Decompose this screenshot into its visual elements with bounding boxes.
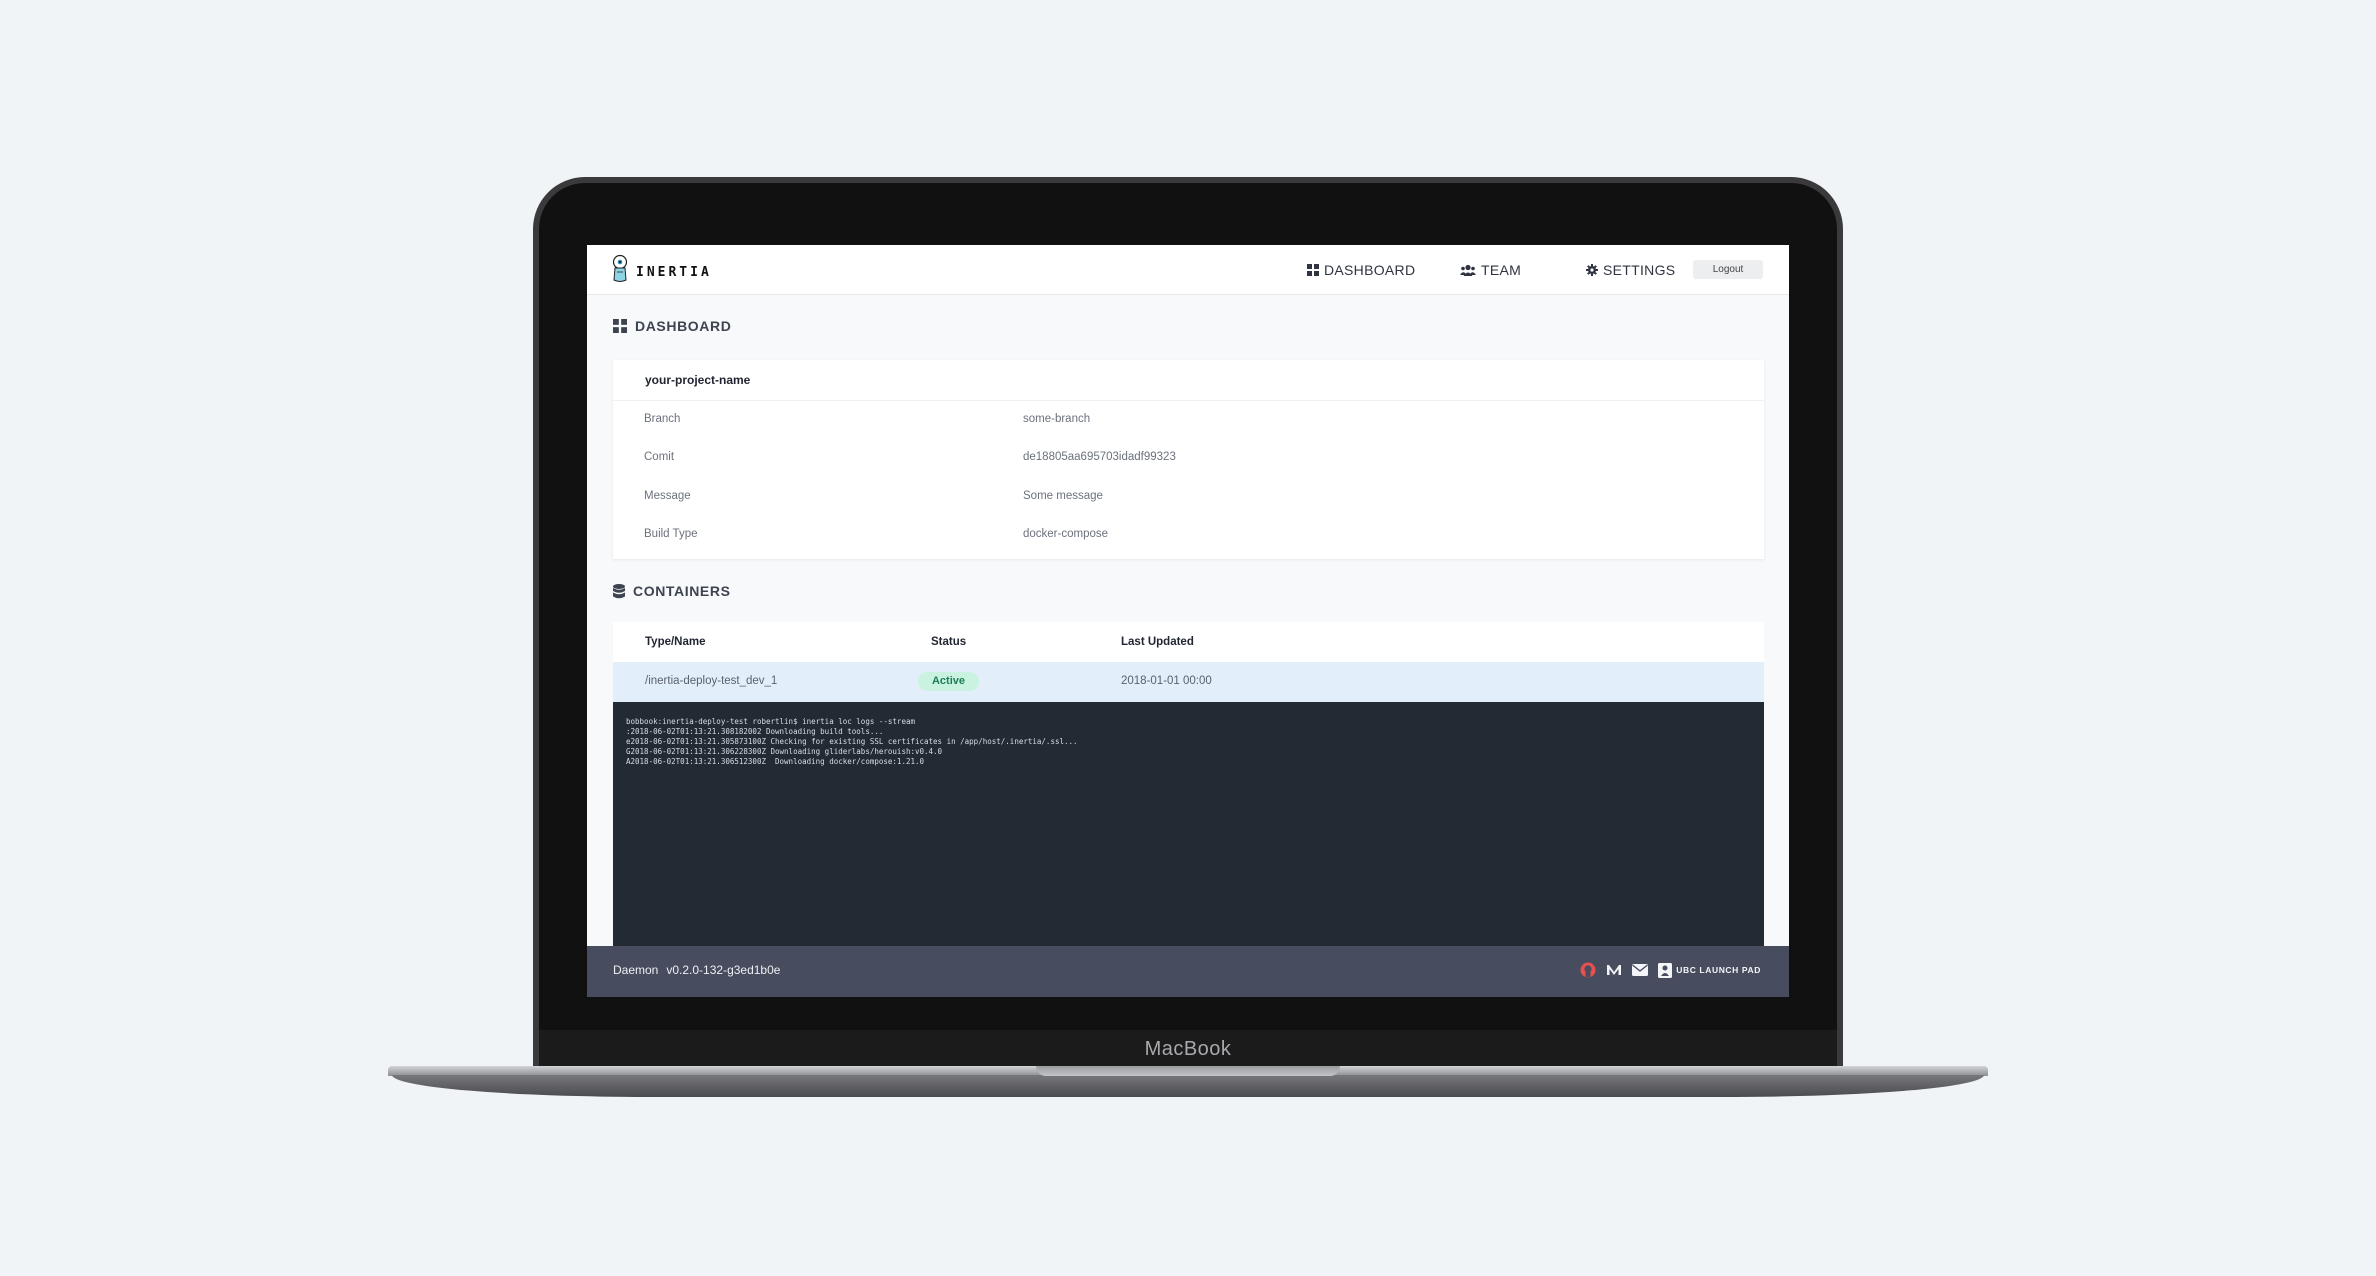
daemon-version-value: v0.2.0-132-g3ed1b0e [666, 963, 781, 977]
containers-section-title: CONTAINERS [613, 583, 731, 599]
github-link[interactable] [1580, 962, 1596, 978]
field-label: Message [644, 490, 691, 502]
medium-link[interactable] [1606, 963, 1622, 977]
project-field-commit: Comit de18805aa695703idadf99323 [613, 451, 1764, 471]
project-field-message: Message Some message [613, 490, 1764, 510]
medium-icon [1607, 965, 1622, 975]
container-name: /inertia-deploy-test_dev_1 [645, 675, 778, 687]
dashboard-icon [613, 319, 627, 333]
log-line: G2018-06-02T01:13:21.306228300Z Download… [626, 747, 943, 756]
nav-settings[interactable]: SETTINGS [1586, 260, 1675, 280]
field-value: some-branch [1023, 413, 1091, 425]
footer-links: UBC LAUNCH PAD [1570, 962, 1761, 978]
column-header-last-updated: Last Updated [1121, 636, 1194, 648]
inertia-mascot-icon [612, 254, 628, 282]
project-field-branch: Branch some-branch [613, 413, 1764, 433]
field-label: Comit [644, 451, 675, 463]
column-header-type-name: Type/Name [645, 636, 706, 648]
laptop-base-bottom [392, 1075, 1984, 1097]
mail-icon [1632, 964, 1649, 976]
logout-button[interactable]: Logout [1693, 260, 1763, 279]
launchpad-link[interactable]: UBC LAUNCH PAD [1658, 962, 1761, 978]
log-line: A2018-06-02T01:13:21.306512300Z Download… [626, 757, 925, 766]
daemon-version: Daemon v0.2.0-132-g3ed1b0e [613, 963, 788, 977]
database-icon [613, 583, 625, 598]
nav-dashboard[interactable]: DASHBOARD [1307, 260, 1415, 280]
field-value: de18805aa695703idadf99323 [1023, 451, 1176, 463]
log-line: bobbook:inertia-deploy-test robertlin$ i… [626, 717, 915, 726]
status-badge: Active [918, 672, 979, 691]
containers-title-text: CONTAINERS [633, 583, 731, 599]
field-value: docker-compose [1023, 528, 1109, 540]
log-terminal[interactable]: bobbook:inertia-deploy-test robertlin$ i… [613, 702, 1764, 946]
app-screen: INERTIA DASHBOARD TEAM SETTINGS Logout D… [587, 245, 1789, 997]
laptop-brand-label: MacBook [1144, 1038, 1232, 1060]
nav-team-label: TEAM [1481, 262, 1522, 278]
project-name: your-project-name [613, 360, 1764, 401]
nav-settings-label: SETTINGS [1603, 262, 1676, 278]
nav-dashboard-label: DASHBOARD [1324, 262, 1416, 278]
project-card: your-project-name Branch some-branch Com… [613, 360, 1764, 559]
field-label: Branch [644, 413, 681, 425]
laptop-notch [1036, 1066, 1340, 1076]
app-logo-text: INERTIA [636, 264, 712, 280]
nav-team[interactable]: TEAM [1460, 260, 1521, 280]
gear-icon [1586, 264, 1598, 276]
project-field-build-type: Build Type docker-compose [613, 528, 1764, 548]
field-value: Some message [1023, 490, 1103, 502]
app-footer: Daemon v0.2.0-132-g3ed1b0e UBC LAUNCH PA… [587, 946, 1789, 997]
launchpad-icon [1658, 962, 1673, 978]
dashboard-icon [1307, 264, 1319, 276]
top-navbar: INERTIA DASHBOARD TEAM SETTINGS Logout [587, 245, 1789, 295]
log-line: :2018-06-02T01:13:21.308182002 Downloadi… [626, 727, 884, 736]
field-label: Build Type [644, 528, 698, 540]
github-icon [1580, 962, 1596, 978]
dashboard-title-text: DASHBOARD [635, 318, 732, 334]
table-row[interactable]: /inertia-deploy-test_dev_1 Active 2018-0… [613, 662, 1764, 702]
log-line: e2018-06-02T01:13:21.305873100Z Checking… [626, 737, 1078, 746]
containers-table: Type/Name Status Last Updated /inertia-d… [613, 622, 1764, 702]
dashboard-section-title: DASHBOARD [613, 318, 731, 334]
users-icon [1460, 264, 1476, 276]
container-last-updated: 2018-01-01 00:00 [1121, 675, 1212, 687]
daemon-label: Daemon [613, 963, 659, 977]
app-logo[interactable]: INERTIA [610, 253, 712, 285]
column-header-status: Status [931, 636, 967, 648]
launchpad-label: UBC LAUNCH PAD [1676, 965, 1761, 975]
email-link[interactable] [1632, 964, 1649, 976]
